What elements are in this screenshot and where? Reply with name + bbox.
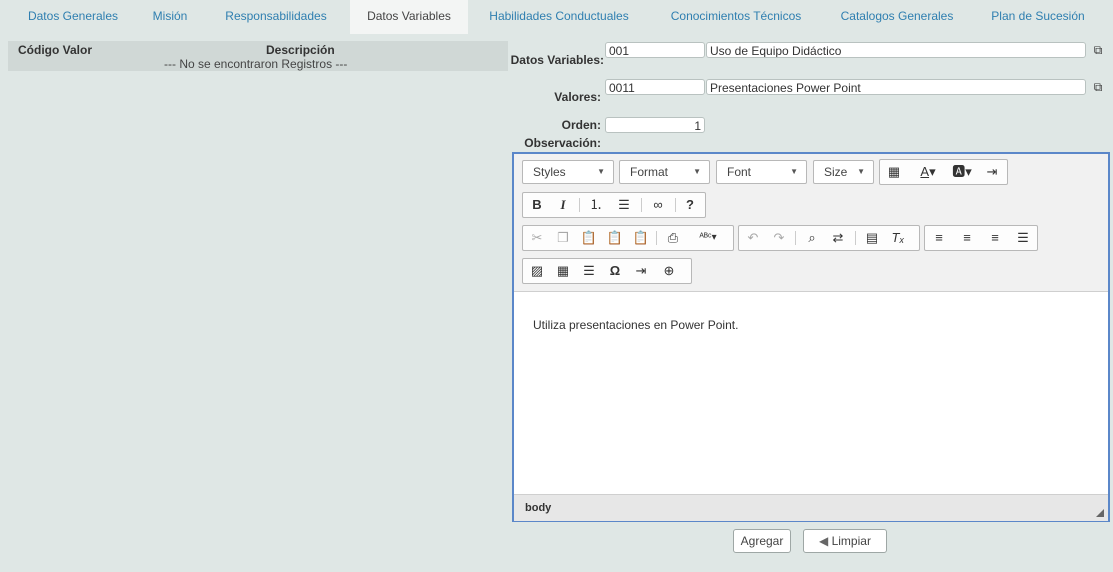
column-header-description[interactable]: Descripción (266, 43, 335, 57)
select-all-icon[interactable]: ▤ (861, 227, 883, 249)
globe-icon[interactable]: ⊕ (658, 260, 680, 282)
link-icon[interactable]: ∞ (647, 194, 669, 216)
tab-conocimientos-tecnicos[interactable]: Conocimientos Técnicos (656, 0, 816, 34)
toolbar-group-objects: ▨ ▦ ☰ Ω ⇥ ⊕ (522, 258, 692, 284)
bold-icon[interactable]: B (526, 194, 548, 216)
remove-format-icon[interactable]: Tₓ (887, 227, 909, 249)
editor-content-area[interactable]: Utiliza presentaciones en Power Point. (514, 292, 1108, 492)
toolbar-separator (641, 198, 642, 212)
datos-variables-label: Datos Variables: (510, 53, 604, 67)
align-left-icon[interactable]: ≡ (928, 227, 950, 249)
indent-icon[interactable]: ⇥ (630, 260, 652, 282)
valores-description-field[interactable]: Presentaciones Power Point (706, 79, 1086, 95)
column-header-code[interactable]: Código Valor (18, 43, 92, 57)
paste-word-icon[interactable]: 📋 (630, 227, 652, 249)
rich-text-editor: Styles ▼ Format ▼ Font ▼ Size ▼ ▦ A▾ 🅰▾ ⇥ B … (512, 152, 1110, 522)
help-icon[interactable]: ? (679, 194, 701, 216)
table-icon[interactable]: ▦ (552, 260, 574, 282)
editor-status-bar: body (514, 494, 1108, 521)
tab-datos-generales[interactable]: Datos Generales (12, 0, 134, 34)
bulleted-list-icon[interactable]: ☰ (613, 194, 635, 216)
align-justify-icon[interactable]: ☰ (1012, 227, 1034, 249)
agregar-button[interactable]: Agregar (733, 529, 791, 553)
toolbar-separator (855, 231, 856, 245)
copy-icon[interactable]: ❐ (552, 227, 574, 249)
tab-habilidades-conductuales[interactable]: Habilidades Conductuales (476, 0, 642, 34)
font-dropdown-label: Font (727, 165, 752, 179)
chevron-down-icon: ▼ (790, 167, 798, 176)
editor-toolbar: Styles ▼ Format ▼ Font ▼ Size ▼ ▦ A▾ 🅰▾ ⇥ B … (514, 154, 1108, 292)
tab-datos-variables[interactable]: Datos Variables (350, 0, 468, 34)
paste-text-icon[interactable]: 📋 (604, 227, 626, 249)
redo-icon[interactable]: ↷ (768, 227, 790, 249)
tab-mision[interactable]: Misión (138, 0, 202, 34)
toolbar-separator (675, 198, 676, 212)
styles-dropdown-label: Styles (533, 165, 566, 179)
toolbar-separator (579, 198, 580, 212)
paste-icon[interactable]: 📋 (578, 227, 600, 249)
grid-empty-message: --- No se encontraron Registros --- (164, 57, 348, 71)
element-path[interactable]: body (525, 502, 551, 514)
tab-plan-de-sucesion[interactable]: Plan de Sucesión (978, 0, 1098, 34)
resize-handle-icon[interactable] (1096, 509, 1104, 517)
font-dropdown[interactable]: Font ▼ (716, 160, 807, 184)
toolbar-separator (795, 231, 796, 245)
toolbar-group-edit: ↶ ↷ ⌕ ⇄ ▤ Tₓ (738, 225, 920, 251)
chevron-down-icon: ▼ (597, 167, 605, 176)
toolbar-separator (656, 231, 657, 245)
styles-dropdown[interactable]: Styles ▼ (522, 160, 614, 184)
cut-icon[interactable]: ✂ (526, 227, 548, 249)
size-dropdown-label: Size (824, 165, 848, 179)
orden-field[interactable]: 1 (605, 117, 705, 133)
background-color-icon[interactable]: 🅰▾ (947, 161, 977, 183)
text-color-icon[interactable]: A▾ (913, 161, 943, 183)
toolbar-group-align: ≡ ≡ ≡ ☰ (924, 225, 1038, 251)
tab-catalogos-generales[interactable]: Catalogos Generales (826, 0, 968, 34)
chevron-down-icon: ▼ (857, 167, 865, 176)
print-icon[interactable]: ⎙ (662, 227, 684, 249)
toolbar-group-clipboard: ✂ ❐ 📋 📋 📋 ⎙ ᴬᴮᶜ▾ (522, 225, 734, 251)
special-character-icon[interactable]: Ω (604, 260, 626, 282)
spellcheck-icon[interactable]: ᴬᴮᶜ▾ (688, 227, 728, 249)
chevron-down-icon: ▼ (693, 167, 701, 176)
numbered-list-icon[interactable]: ⒈ (585, 194, 607, 216)
replace-icon[interactable]: ⇄ (827, 227, 849, 249)
format-dropdown-label: Format (630, 165, 669, 179)
tab-responsabilidades[interactable]: Responsabilidades (206, 0, 346, 34)
valores-code-field[interactable]: 0011 (605, 79, 705, 95)
datos-variables-lookup-icon[interactable]: ⧉ (1090, 43, 1106, 57)
editor-content-text: Utiliza presentaciones en Power Point. (533, 318, 739, 332)
valores-label: Valores: (554, 90, 601, 104)
horizontal-line-icon[interactable]: ☰ (578, 260, 600, 282)
search-icon[interactable]: ⌕ (801, 227, 823, 249)
back-arrow-icon: ◀ (819, 534, 832, 548)
valores-lookup-icon[interactable]: ⧉ (1090, 80, 1106, 94)
orden-label: Orden: (561, 118, 601, 132)
undo-icon[interactable]: ↶ (742, 227, 764, 249)
toolbar-group-insert: ▦ A▾ 🅰▾ ⇥ (879, 159, 1008, 185)
limpiar-button[interactable]: ◀ Limpiar (803, 529, 887, 553)
table-icon[interactable]: ▦ (883, 161, 905, 183)
align-right-icon[interactable]: ≡ (984, 227, 1006, 249)
italic-icon[interactable]: I (552, 194, 574, 216)
format-dropdown[interactable]: Format ▼ (619, 160, 710, 184)
align-center-icon[interactable]: ≡ (956, 227, 978, 249)
image-icon[interactable]: ▨ (526, 260, 548, 282)
tab-bar: Datos Generales Misión Responsabilidades… (0, 0, 1113, 34)
size-dropdown[interactable]: Size ▼ (813, 160, 874, 184)
datos-variables-description-field[interactable]: Uso de Equipo Didáctico (706, 42, 1086, 58)
limpiar-button-label: Limpiar (831, 534, 871, 548)
datos-variables-code-field[interactable]: 001 (605, 42, 705, 58)
observacion-label: Observación: (524, 136, 601, 150)
indent-icon[interactable]: ⇥ (981, 161, 1003, 183)
toolbar-group-basic: B I ⒈ ☰ ∞ ? (522, 192, 706, 218)
